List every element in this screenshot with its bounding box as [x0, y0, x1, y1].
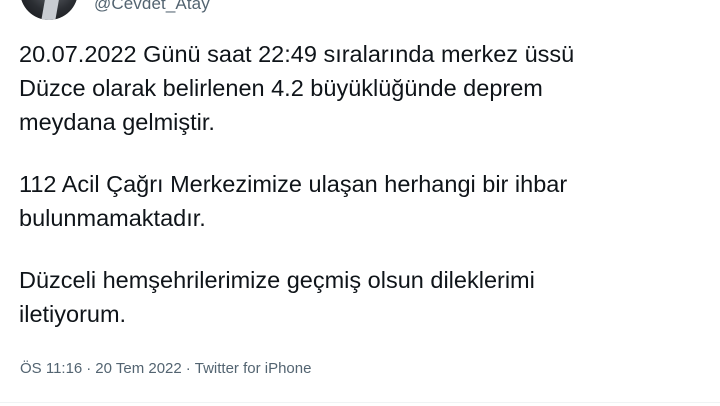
tweet-time[interactable]: ÖS 11:16 — [20, 359, 82, 379]
avatar[interactable] — [20, 0, 78, 20]
meta-separator: · — [185, 360, 191, 377]
tweet-metadata: ÖS 11:16 · 20 Tem 2022 · Twitter for iPhone — [20, 359, 311, 379]
tweet-paragraph-2: 112 Acil Çağrı Merkezimize ulaşan herhan… — [19, 171, 568, 231]
tweet-card: @Cevdet_Atay 20.07.2022 Günü saat 22:49 … — [0, 0, 720, 406]
divider — [0, 402, 720, 403]
tweet-date[interactable]: 20 Tem 2022 — [95, 359, 181, 379]
tweet-paragraph-1: 20.07.2022 Günü saat 22:49 sıralarında m… — [19, 41, 575, 135]
tweet-source[interactable]: Twitter for iPhone — [195, 359, 312, 379]
tweet-paragraph-3: Düzceli hemşehrilerimize geçmiş olsun di… — [19, 267, 535, 327]
meta-separator: · — [86, 360, 92, 377]
tweet-body: 20.07.2022 Günü saat 22:49 sıralarında m… — [19, 37, 699, 331]
author-handle[interactable]: @Cevdet_Atay — [94, 0, 210, 14]
